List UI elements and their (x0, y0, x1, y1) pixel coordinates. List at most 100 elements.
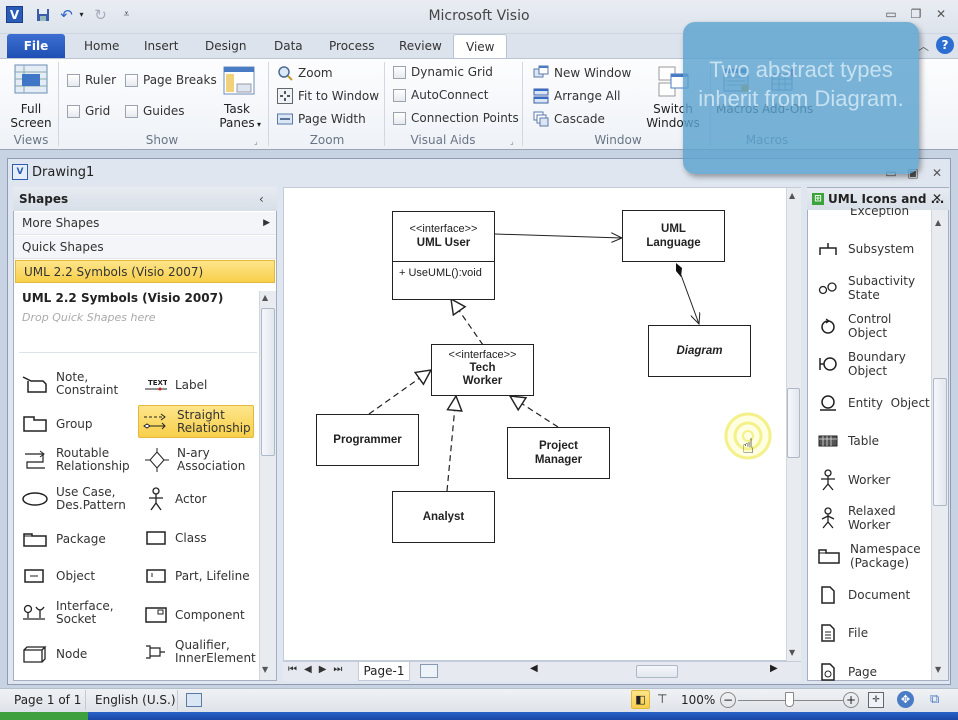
realization-pm-techworker[interactable] (510, 396, 559, 428)
fit-page-icon[interactable]: ✛ (868, 692, 884, 708)
stencil-item-nary-association[interactable]: N-ary Association (145, 447, 247, 473)
class-uml-language[interactable]: UML Language (622, 210, 725, 262)
zoom-out-icon[interactable]: − (720, 692, 736, 708)
dialog-launcher-icon[interactable]: ⌟ (254, 137, 258, 146)
hscroll-left-icon[interactable]: ◀ (530, 663, 538, 674)
first-page-icon[interactable]: ⏮ (288, 664, 304, 675)
scroll-down-icon[interactable]: ▼ (262, 665, 268, 674)
normal-view-icon[interactable]: ◧ (631, 690, 650, 709)
last-page-icon[interactable]: ⏭ (333, 664, 349, 675)
tab-design[interactable]: Design (193, 34, 258, 58)
scroll-up-icon[interactable]: ▲ (789, 191, 795, 200)
stencil-item-node[interactable]: Node (22, 645, 87, 663)
tab-view[interactable]: View (453, 34, 507, 58)
presentation-mode-icon[interactable]: ⊤ (657, 692, 667, 706)
scroll-up-icon[interactable]: ▲ (262, 293, 268, 302)
close-icon[interactable]: ✕ (930, 6, 952, 22)
stencil-item-actor[interactable]: Actor (145, 487, 207, 511)
tab-insert[interactable]: Insert (132, 34, 190, 58)
shapes-scroll-thumb[interactable] (261, 308, 275, 456)
zoom-in-icon[interactable]: + (843, 692, 859, 708)
task-panes-button[interactable]: Task Panes ▾ (214, 102, 264, 132)
tab-review[interactable]: Review (387, 34, 454, 58)
realization-analyst-techworker[interactable] (447, 396, 456, 492)
stencil-uml-symbols-tab[interactable]: UML 2.2 Symbols (Visio 2007) (15, 260, 275, 283)
canvas-vscroll-thumb[interactable] (787, 388, 800, 458)
uml-pane-scroll-thumb[interactable] (933, 378, 947, 506)
page-breaks-checkbox[interactable]: Page Breaks (125, 73, 217, 87)
uml-item-namespace[interactable]: Namespace (Package) (818, 542, 921, 570)
page-tab-page-1[interactable]: Page-1 (358, 662, 410, 681)
minimize-icon[interactable]: ▭ (880, 6, 902, 22)
restore-icon[interactable]: ❐ (905, 6, 927, 22)
class-diagram[interactable]: Diagram (648, 325, 751, 377)
scroll-up-icon[interactable]: ▲ (935, 218, 941, 227)
stencil-item-qualifier[interactable]: Qualifier, InnerElement (145, 639, 256, 665)
stencil-item-straight-relationship[interactable]: Straight Relationship (138, 405, 254, 438)
insert-page-icon[interactable] (420, 664, 438, 678)
stencil-item-part-lifeline[interactable]: Part, Lifeline (145, 568, 250, 584)
canvas-hscroll-thumb[interactable] (636, 665, 678, 678)
prev-page-icon[interactable]: ◀ (304, 664, 319, 675)
class-project-manager[interactable]: Project Manager (507, 427, 610, 479)
full-screen-button[interactable]: Full Screen (8, 102, 54, 130)
composition-language-diagram[interactable] (680, 274, 699, 324)
zoom-slider-thumb[interactable] (785, 692, 794, 707)
class-tech-worker[interactable]: <<interface>> Tech Worker (431, 344, 534, 396)
doc-close-icon[interactable]: ✕ (926, 165, 948, 181)
dynamic-grid-checkbox[interactable]: Dynamic Grid (393, 65, 493, 79)
ruler-checkbox[interactable]: Ruler (67, 73, 116, 87)
stencil-item-class[interactable]: Class (145, 530, 207, 546)
uml-item-subsystem[interactable]: Subsystem (818, 242, 914, 256)
cascade-button[interactable]: Cascade (533, 111, 605, 127)
autoconnect-checkbox[interactable]: AutoConnect (393, 88, 488, 102)
stencil-item-routable-relationship[interactable]: Routable Relationship (22, 447, 131, 473)
association-user-language[interactable] (494, 234, 622, 238)
quick-shapes-item[interactable]: Quick Shapes (14, 236, 276, 259)
next-page-icon[interactable]: ▶ (319, 664, 334, 675)
zoom-level[interactable]: 100% (681, 693, 715, 707)
uml-item-file[interactable]: File (818, 623, 868, 643)
stencil-item-note[interactable]: Note, Constraint (22, 371, 126, 397)
stencil-item-group[interactable]: Group (22, 415, 93, 433)
uml-item-worker[interactable]: Worker (818, 469, 890, 491)
class-uml-user[interactable]: <<interface>> UML User + UseUML():void (392, 211, 495, 300)
class-programmer[interactable]: Programmer (316, 414, 419, 466)
uml-item-table[interactable]: Table (818, 434, 879, 448)
dialog-launcher-icon[interactable]: ⌟ (510, 137, 514, 146)
uml-item-exception[interactable]: Exception (818, 208, 909, 217)
uml-item-relaxed-worker[interactable]: Relaxed Worker (818, 504, 908, 532)
guides-checkbox[interactable]: Guides (125, 104, 185, 118)
new-window-button[interactable]: New Window (533, 65, 631, 81)
uml-item-page[interactable]: Page (818, 662, 877, 682)
page-indicator[interactable]: Page 1 of 1 (14, 693, 81, 707)
pan-zoom-icon[interactable]: ✥ (897, 691, 914, 708)
tab-file[interactable]: File (7, 34, 65, 58)
tab-process[interactable]: Process (317, 34, 387, 58)
language-indicator[interactable]: English (U.S.) (95, 693, 176, 707)
grid-checkbox[interactable]: Grid (67, 104, 110, 118)
taskbar-start[interactable] (0, 712, 88, 720)
stencil-item-interface-socket[interactable]: Interface, Socket (22, 600, 116, 626)
fit-to-window-button[interactable]: Fit to Window (277, 88, 379, 104)
uml-item-subactivity-state[interactable]: Subactivity State (818, 274, 918, 302)
uml-item-boundary-object[interactable]: Boundary Object (818, 350, 918, 378)
uml-item-document[interactable]: Document (818, 585, 910, 605)
connection-points-checkbox[interactable]: Connection Points (393, 111, 519, 125)
class-analyst[interactable]: Analyst (392, 491, 495, 543)
stencil-item-object[interactable]: Object (22, 568, 95, 584)
hscroll-right-icon[interactable]: ▶ (770, 663, 778, 674)
stencil-item-package[interactable]: Package (22, 530, 106, 548)
stencil-item-label-shape[interactable]: TEXT Label (145, 378, 207, 392)
macro-record-icon[interactable] (186, 693, 202, 707)
stencil-item-component[interactable]: Component (145, 606, 245, 624)
scroll-down-icon[interactable]: ▼ (789, 648, 795, 657)
help-icon[interactable]: ? (936, 36, 954, 54)
page-width-button[interactable]: Page Width (277, 111, 366, 127)
realization-programmer-techworker[interactable] (368, 370, 431, 415)
switch-windows-status-icon[interactable]: ⧉ (930, 692, 946, 708)
collapse-ribbon-icon[interactable]: ︿ (918, 38, 929, 54)
arrange-all-button[interactable]: Arrange All (533, 88, 621, 104)
close-pane-icon[interactable]: ✕ (932, 191, 942, 205)
zoom-button[interactable]: Zoom (277, 65, 333, 81)
